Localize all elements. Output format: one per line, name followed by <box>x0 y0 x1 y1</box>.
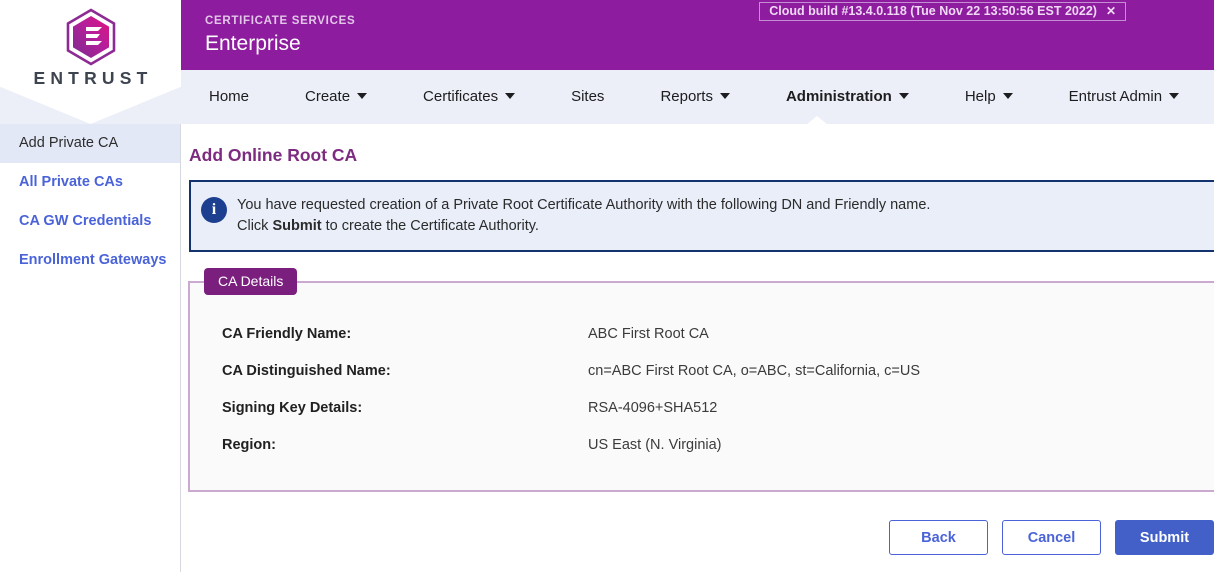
chevron-down-icon <box>899 93 909 99</box>
info-icon: i <box>201 197 227 223</box>
info-line2-bold: Submit <box>272 218 321 234</box>
chevron-down-icon <box>357 93 367 99</box>
nav-item-administration[interactable]: Administration <box>786 70 909 124</box>
info-line2-post: to create the Certificate Authority. <box>322 218 539 234</box>
sidebar-item-enrollment-gateways[interactable]: Enrollment Gateways <box>0 241 180 280</box>
value-ca-friendly-name: ABC First Root CA <box>588 326 709 342</box>
field-row-ca-friendly-name: CA Friendly Name: ABC First Root CA <box>190 315 1214 352</box>
entrust-wordmark: ENTRUST <box>0 68 181 89</box>
label-ca-distinguished-name: CA Distinguished Name: <box>190 363 588 379</box>
field-row-ca-distinguished-name: CA Distinguished Name: cn=ABC First Root… <box>190 352 1214 389</box>
nav-label-administration: Administration <box>786 88 892 105</box>
nav-label-entrust-admin: Entrust Admin <box>1069 88 1162 105</box>
nav-label-home: Home <box>209 88 249 105</box>
cloud-build-banner[interactable]: Cloud build #13.4.0.118 (Tue Nov 22 13:5… <box>759 2 1126 21</box>
sidebar-label-enrollment-gateways: Enrollment Gateways <box>19 252 166 268</box>
cancel-button[interactable]: Cancel <box>1002 520 1101 555</box>
chevron-down-icon <box>720 93 730 99</box>
main-content: Add Online Root CA i You have requested … <box>182 124 1214 572</box>
info-line2-pre: Click <box>237 218 272 234</box>
label-ca-friendly-name: CA Friendly Name: <box>190 326 588 342</box>
cloud-build-text: Cloud build #13.4.0.118 (Tue Nov 22 13:5… <box>769 4 1097 18</box>
nav-label-create: Create <box>305 88 350 105</box>
sidebar: Add Private CA All Private CAs CA GW Cre… <box>0 124 181 572</box>
nav-item-reports[interactable]: Reports <box>660 70 730 124</box>
brand-block: CERTIFICATE SERVICES Enterprise <box>205 14 355 58</box>
nav-items: Home Create Certificates Sites Reports A… <box>181 70 1207 124</box>
sidebar-item-all-private-cas[interactable]: All Private CAs <box>0 163 180 202</box>
ca-details-legend: CA Details <box>204 268 297 295</box>
label-region: Region: <box>190 437 588 453</box>
top-header-bar: CERTIFICATE SERVICES Enterprise Cloud bu… <box>0 0 1214 70</box>
chevron-down-icon <box>1169 93 1179 99</box>
nav-item-home[interactable]: Home <box>209 70 249 124</box>
ca-details-fields: CA Friendly Name: ABC First Root CA CA D… <box>190 315 1214 463</box>
sidebar-label-all-private-cas: All Private CAs <box>19 174 123 190</box>
value-signing-key-details: RSA-4096+SHA512 <box>588 400 717 416</box>
nav-item-help[interactable]: Help <box>965 70 1013 124</box>
sidebar-item-add-private-ca[interactable]: Add Private CA <box>0 124 180 163</box>
close-icon[interactable]: ✕ <box>1106 4 1116 18</box>
nav-item-create[interactable]: Create <box>305 70 367 124</box>
info-message-box: i You have requested creation of a Priva… <box>189 180 1214 252</box>
field-row-signing-key-details: Signing Key Details: RSA-4096+SHA512 <box>190 389 1214 426</box>
sidebar-label-add-private-ca: Add Private CA <box>19 135 118 151</box>
brand-title: Enterprise <box>205 30 355 58</box>
back-button[interactable]: Back <box>889 520 988 555</box>
chevron-down-icon <box>1003 93 1013 99</box>
sidebar-label-ca-gw-credentials: CA GW Credentials <box>19 213 151 229</box>
sidebar-item-ca-gw-credentials[interactable]: CA GW Credentials <box>0 202 180 241</box>
nav-label-reports: Reports <box>660 88 713 105</box>
brand-eyebrow: CERTIFICATE SERVICES <box>205 14 355 28</box>
field-row-region: Region: US East (N. Virginia) <box>190 426 1214 463</box>
info-message-line-2: Click Submit to create the Certificate A… <box>237 216 930 237</box>
submit-button[interactable]: Submit <box>1115 520 1214 555</box>
nav-label-certificates: Certificates <box>423 88 498 105</box>
form-action-buttons: Back Cancel Submit <box>182 520 1214 555</box>
nav-item-entrust-admin[interactable]: Entrust Admin <box>1069 70 1179 124</box>
label-signing-key-details: Signing Key Details: <box>190 400 588 416</box>
main-navigation-bar: Home Create Certificates Sites Reports A… <box>0 70 1214 124</box>
nav-label-sites: Sites <box>571 88 604 105</box>
nav-item-certificates[interactable]: Certificates <box>423 70 515 124</box>
value-region: US East (N. Virginia) <box>588 437 722 453</box>
info-message-text: You have requested creation of a Private… <box>237 195 930 237</box>
nav-label-help: Help <box>965 88 996 105</box>
ca-details-fieldset: CA Details CA Friendly Name: ABC First R… <box>188 281 1214 492</box>
value-ca-distinguished-name: cn=ABC First Root CA, o=ABC, st=Californ… <box>588 363 920 379</box>
info-message-line-1: You have requested creation of a Private… <box>237 195 930 216</box>
info-icon-container: i <box>191 195 237 223</box>
page-title: Add Online Root CA <box>189 144 1214 166</box>
chevron-down-icon <box>505 93 515 99</box>
entrust-hexagon-logo-icon <box>64 8 118 66</box>
nav-item-sites[interactable]: Sites <box>571 70 604 124</box>
